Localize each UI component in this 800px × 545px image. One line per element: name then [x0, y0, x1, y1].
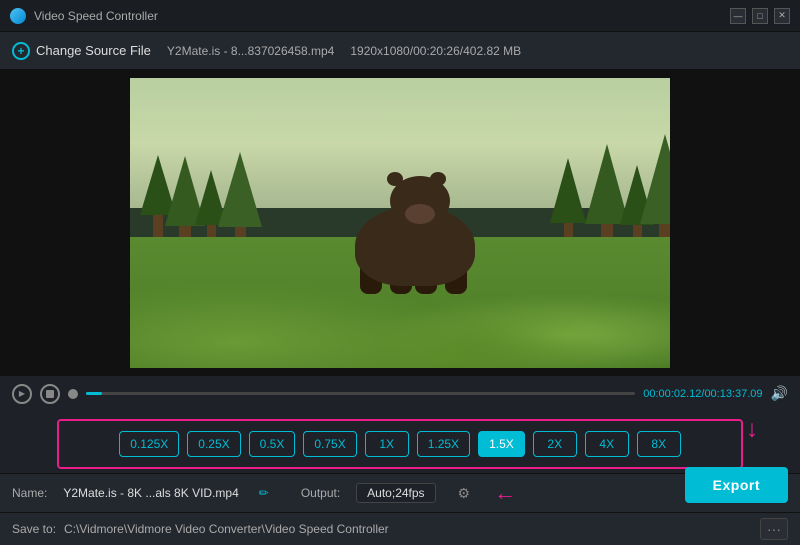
tree-4 [218, 152, 262, 249]
toolbar: + Change Source File Y2Mate.is - 8...837… [0, 32, 800, 70]
maximize-button[interactable]: □ [752, 8, 768, 24]
stop-icon [46, 390, 54, 398]
tree-8 [640, 134, 670, 252]
settings-icon[interactable]: ⚙ [458, 485, 471, 502]
video-preview[interactable] [130, 78, 670, 368]
close-button[interactable]: ✕ [774, 8, 790, 24]
change-source-button[interactable]: + Change Source File [12, 42, 151, 60]
speed-btn-0.75[interactable]: 0.75X [303, 431, 356, 457]
file-output-name: Y2Mate.is - 8K ...als 8K VID.mp4 [63, 486, 238, 500]
window-controls: — □ ✕ [730, 8, 790, 24]
output-label: Output: [301, 486, 340, 500]
app-title: Video Speed Controller [34, 9, 730, 23]
down-arrow-icon: ↑ [746, 417, 758, 445]
speed-btn-1.25[interactable]: 1.25X [417, 431, 470, 457]
time-display: 00:00:02.12/00:13:37.09 [643, 388, 762, 400]
speed-btn-1.5[interactable]: 1.5X [478, 431, 525, 457]
timeline: ▶ 00:00:02.12/00:13:37.09 🔊 [0, 375, 800, 411]
speed-btn-0.25[interactable]: 0.25X [187, 431, 240, 457]
volume-icon[interactable]: 🔊 [771, 385, 788, 402]
bear-subject [335, 166, 495, 286]
speed-btn-0.125[interactable]: 0.125X [119, 431, 179, 457]
file-meta: 1920x1080/00:20:26/402.82 MB [350, 44, 521, 58]
app-icon [10, 8, 26, 24]
speed-controls: 0.125X 0.25X 0.5X 0.75X 1X 1.25X 1.5X 2X 4X 8X [57, 419, 743, 469]
timeline-bar[interactable] [86, 392, 635, 395]
video-area [0, 70, 800, 375]
name-label: Name: [12, 486, 47, 500]
add-circle-icon: + [12, 42, 30, 60]
timeline-progress [86, 392, 102, 395]
edit-name-icon[interactable]: ✏ [259, 486, 269, 500]
timeline-handle[interactable] [68, 389, 78, 399]
file-name: Y2Mate.is - 8...837026458.mp4 [167, 44, 334, 58]
speed-controls-wrapper: 0.125X 0.25X 0.5X 0.75X 1X 1.25X 1.5X 2X 4X 8X [0, 411, 800, 473]
output-value: Auto;24fps [356, 483, 435, 503]
play-button[interactable]: ▶ [12, 384, 32, 404]
title-bar: Video Speed Controller — □ ✕ [0, 0, 800, 32]
speed-btn-1[interactable]: 1X [365, 431, 409, 457]
speed-btn-8[interactable]: 8X [637, 431, 681, 457]
name-output-row: Name: Y2Mate.is - 8K ...als 8K VID.mp4 ✏… [0, 474, 800, 513]
save-row: Save to: C:\Vidmore\Vidmore Video Conver… [0, 513, 800, 545]
arrow-left-indicator: ← [494, 480, 516, 506]
tree-5 [550, 158, 586, 243]
speed-btn-4[interactable]: 4X [585, 431, 629, 457]
save-path: C:\Vidmore\Vidmore Video Converter\Video… [64, 522, 752, 536]
speed-btn-2[interactable]: 2X [533, 431, 577, 457]
browse-button[interactable]: ··· [760, 518, 788, 540]
save-label: Save to: [12, 522, 56, 536]
export-button-wrap: ↑ Export [685, 467, 788, 503]
bottom-bar: Name: Y2Mate.is - 8K ...als 8K VID.mp4 ✏… [0, 473, 800, 545]
stop-button[interactable] [40, 384, 60, 404]
minimize-button[interactable]: — [730, 8, 746, 24]
time-current: 00:00:02.12 [643, 388, 701, 400]
change-source-label: Change Source File [36, 43, 151, 58]
export-button[interactable]: Export [685, 467, 788, 503]
speed-btn-0.5[interactable]: 0.5X [249, 431, 296, 457]
time-total: 00:13:37.09 [704, 388, 762, 400]
